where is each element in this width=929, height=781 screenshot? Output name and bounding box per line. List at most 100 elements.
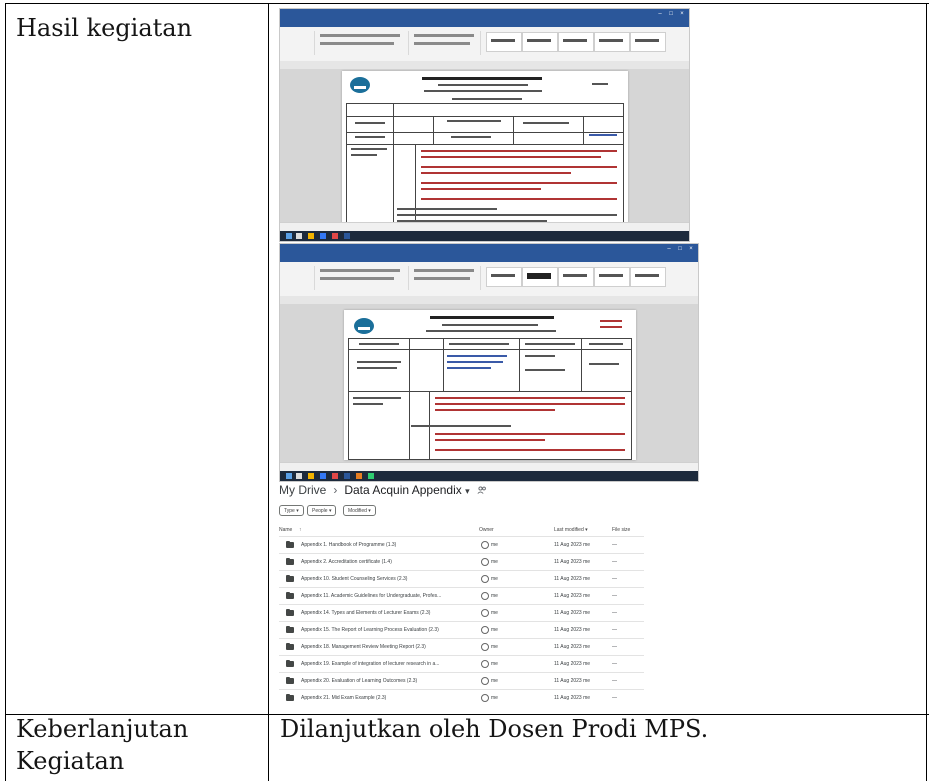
file-row[interactable]: Appendix 11. Academic Guidelines for Und… bbox=[279, 587, 644, 604]
table-column-divider bbox=[268, 3, 269, 781]
file-last-modified: 11 Aug 2023 me bbox=[554, 542, 591, 548]
owner-avatar-icon bbox=[481, 575, 489, 583]
folder-icon bbox=[286, 592, 294, 599]
breadcrumb: My Drive › Data Acquin Appendix ▾ bbox=[279, 483, 487, 497]
close-icon[interactable]: × bbox=[679, 11, 685, 17]
file-owner: me bbox=[491, 559, 498, 565]
file-name[interactable]: Appendix 1. Handbook of Programme (1.3) bbox=[301, 542, 451, 548]
rps-page bbox=[342, 71, 628, 225]
file-name[interactable]: Appendix 15. The Report of Learning Proc… bbox=[301, 627, 451, 633]
folder-icon bbox=[286, 541, 294, 548]
column-file-size[interactable]: File size bbox=[612, 527, 630, 533]
file-size: — bbox=[612, 593, 617, 599]
folder-icon bbox=[286, 575, 294, 582]
file-last-modified: 11 Aug 2023 me bbox=[554, 593, 591, 599]
close-icon[interactable]: × bbox=[688, 246, 694, 252]
file-owner: me bbox=[491, 644, 498, 650]
owner-avatar-icon bbox=[481, 592, 489, 600]
row-label-hasil-kegiatan: Hasil kegiatan bbox=[16, 14, 193, 42]
row-value-keberlanjutan: Dilanjutkan oleh Dosen Prodi MPS. bbox=[280, 715, 709, 743]
file-name[interactable]: Appendix 18. Management Review Meeting R… bbox=[301, 644, 451, 650]
file-owner: me bbox=[491, 610, 498, 616]
breadcrumb-my-drive[interactable]: My Drive bbox=[279, 483, 326, 497]
file-owner: me bbox=[491, 593, 498, 599]
folder-icon bbox=[286, 609, 294, 616]
file-last-modified: 11 Aug 2023 me bbox=[554, 610, 591, 616]
file-size: — bbox=[612, 559, 617, 565]
breadcrumb-current-folder[interactable]: Data Acquin Appendix bbox=[344, 483, 461, 497]
file-size: — bbox=[612, 678, 617, 684]
folder-icon bbox=[286, 558, 294, 565]
word-statusbar bbox=[280, 222, 689, 231]
file-name[interactable]: Appendix 2. Accreditation certificate (1… bbox=[301, 559, 451, 565]
file-name[interactable]: Appendix 21. Mid Exam Example (2.3) bbox=[301, 695, 451, 701]
maximize-icon[interactable]: □ bbox=[668, 11, 674, 17]
column-name[interactable]: Name bbox=[279, 527, 292, 533]
word-document-area bbox=[280, 69, 689, 225]
maximize-icon[interactable]: □ bbox=[677, 246, 683, 252]
row-label-keberlanjutan: Keberlanjutan Kegiatan bbox=[16, 715, 189, 775]
table-border-left bbox=[5, 3, 6, 781]
owner-avatar-icon bbox=[481, 558, 489, 566]
file-row[interactable]: Appendix 18. Management Review Meeting R… bbox=[279, 638, 644, 655]
minimize-icon[interactable]: – bbox=[666, 246, 672, 252]
windows-taskbar bbox=[280, 231, 689, 241]
word-ribbon bbox=[280, 262, 698, 297]
file-name[interactable]: Appendix 11. Academic Guidelines for Und… bbox=[301, 593, 451, 599]
file-owner: me bbox=[491, 661, 498, 667]
breadcrumb-separator-icon: › bbox=[333, 483, 338, 497]
owner-avatar-icon bbox=[481, 626, 489, 634]
rps-page bbox=[344, 310, 636, 460]
file-size: — bbox=[612, 576, 617, 582]
filter-type[interactable]: Type ▾ bbox=[279, 505, 304, 516]
file-last-modified: 11 Aug 2023 me bbox=[554, 559, 591, 565]
file-last-modified: 11 Aug 2023 me bbox=[554, 644, 591, 650]
owner-avatar-icon bbox=[481, 694, 489, 702]
file-last-modified: 11 Aug 2023 me bbox=[554, 661, 591, 667]
owner-avatar-icon bbox=[481, 677, 489, 685]
file-row[interactable]: Appendix 21. Mid Exam Example (2.3) me 11 … bbox=[279, 689, 644, 705]
file-owner: me bbox=[491, 678, 498, 684]
file-owner: me bbox=[491, 695, 498, 701]
word-titlebar: – □ × bbox=[280, 244, 698, 254]
table-border-right bbox=[926, 3, 927, 781]
file-owner: me bbox=[491, 627, 498, 633]
sort-arrow-icon[interactable]: ↑ bbox=[299, 527, 302, 533]
file-name[interactable]: Appendix 14. Types and Elements of Lectu… bbox=[301, 610, 451, 616]
owner-avatar-icon bbox=[481, 541, 489, 549]
folder-icon bbox=[286, 643, 294, 650]
file-name[interactable]: Appendix 19. Example of integration of l… bbox=[301, 661, 451, 667]
file-size: — bbox=[612, 627, 617, 633]
university-logo bbox=[354, 318, 374, 334]
minimize-icon[interactable]: – bbox=[657, 11, 663, 17]
word-document-area bbox=[280, 304, 698, 463]
folder-icon bbox=[286, 660, 294, 667]
folder-icon bbox=[286, 694, 294, 701]
people-icon bbox=[477, 486, 486, 494]
column-last-modified[interactable]: Last modified ▾ bbox=[554, 527, 588, 533]
file-size: — bbox=[612, 695, 617, 701]
file-name[interactable]: Appendix 20. Evaluation of Learning Outc… bbox=[301, 678, 451, 684]
file-row[interactable]: Appendix 15. The Report of Learning Proc… bbox=[279, 621, 644, 638]
owner-avatar-icon bbox=[481, 643, 489, 651]
file-row[interactable]: Appendix 20. Evaluation of Learning Outc… bbox=[279, 672, 644, 689]
owner-avatar-icon bbox=[481, 660, 489, 668]
column-owner[interactable]: Owner bbox=[479, 527, 494, 533]
file-row[interactable]: Appendix 10. Student Counseling Services… bbox=[279, 570, 644, 587]
file-row[interactable]: Appendix 14. Types and Elements of Lectu… bbox=[279, 604, 644, 621]
filter-modified[interactable]: Modified ▾ bbox=[343, 505, 376, 516]
university-logo bbox=[350, 77, 370, 93]
chevron-down-icon[interactable]: ▾ bbox=[465, 486, 470, 496]
filter-people[interactable]: People ▾ bbox=[307, 505, 337, 516]
file-size: — bbox=[612, 661, 617, 667]
file-name[interactable]: Appendix 10. Student Counseling Services… bbox=[301, 576, 451, 582]
ribbon-tabs bbox=[280, 254, 698, 269]
file-owner: me bbox=[491, 576, 498, 582]
owner-avatar-icon bbox=[481, 609, 489, 617]
word-statusbar bbox=[280, 462, 698, 471]
file-row[interactable]: Appendix 1. Handbook of Programme (1.3) m… bbox=[279, 536, 644, 553]
file-row[interactable]: Appendix 19. Example of integration of l… bbox=[279, 655, 644, 672]
folder-icon bbox=[286, 677, 294, 684]
file-row[interactable]: Appendix 2. Accreditation certificate (1… bbox=[279, 553, 644, 570]
ribbon-tabs bbox=[280, 19, 689, 34]
